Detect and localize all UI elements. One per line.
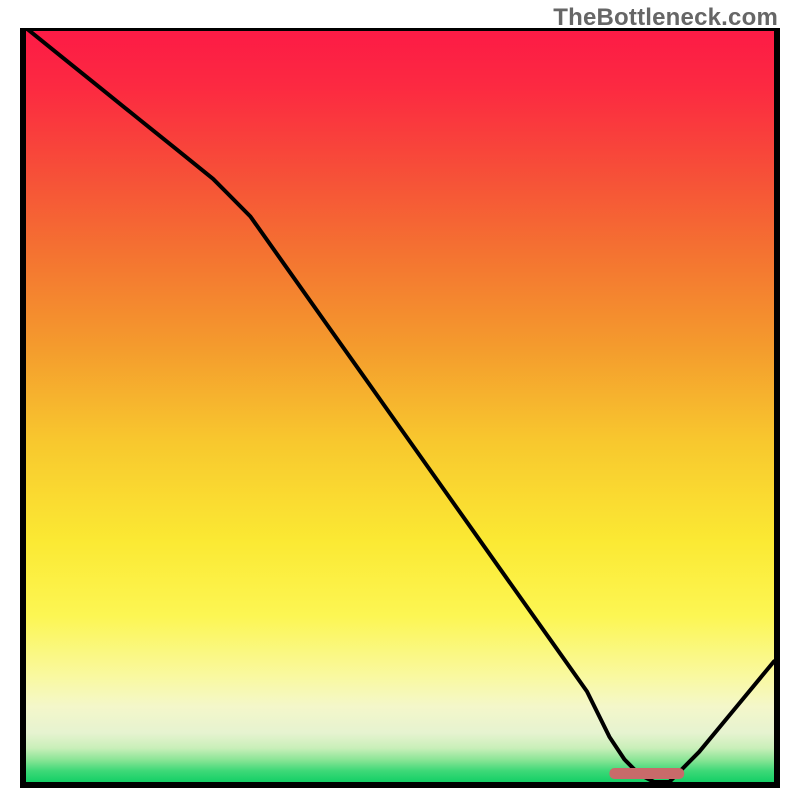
chart-frame [20,28,780,788]
bottleneck-chart [20,28,780,788]
gradient-background [26,28,774,782]
optimal-range-marker [609,768,684,779]
